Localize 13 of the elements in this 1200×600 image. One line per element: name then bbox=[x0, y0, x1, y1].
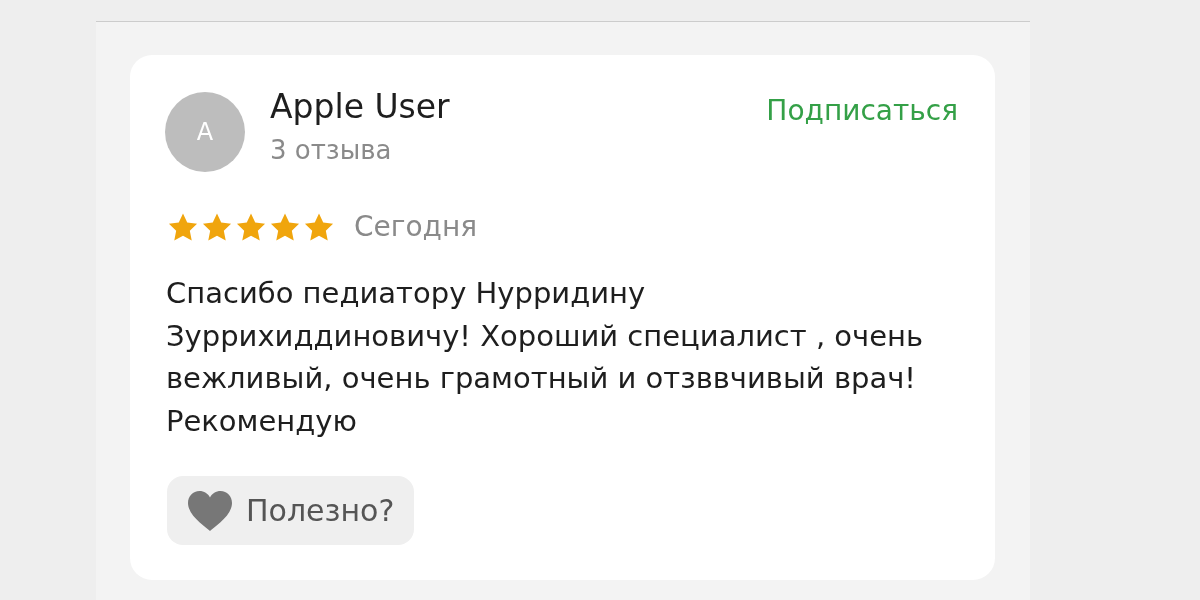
star-icon bbox=[236, 212, 266, 242]
star-icon bbox=[202, 212, 232, 242]
review-date: Сегодня bbox=[354, 210, 478, 244]
star-icon bbox=[270, 212, 300, 242]
star-icon bbox=[304, 212, 334, 242]
review-count: 3 отзыва bbox=[270, 134, 393, 166]
subscribe-link[interactable]: Подписаться bbox=[766, 94, 958, 128]
heart-icon bbox=[188, 490, 232, 531]
avatar: A bbox=[165, 92, 245, 172]
reviewer-name: Apple User bbox=[270, 88, 450, 126]
star-icon bbox=[168, 212, 198, 242]
review-text: Спасибо педиатору Нурридину Зуррихиддиновичу! Хороший специалист , очень вежливый, очень грамотный и отзввчивый врач! Рекомендую bbox=[166, 275, 925, 440]
helpful-button[interactable]: Полезно? bbox=[167, 476, 415, 545]
